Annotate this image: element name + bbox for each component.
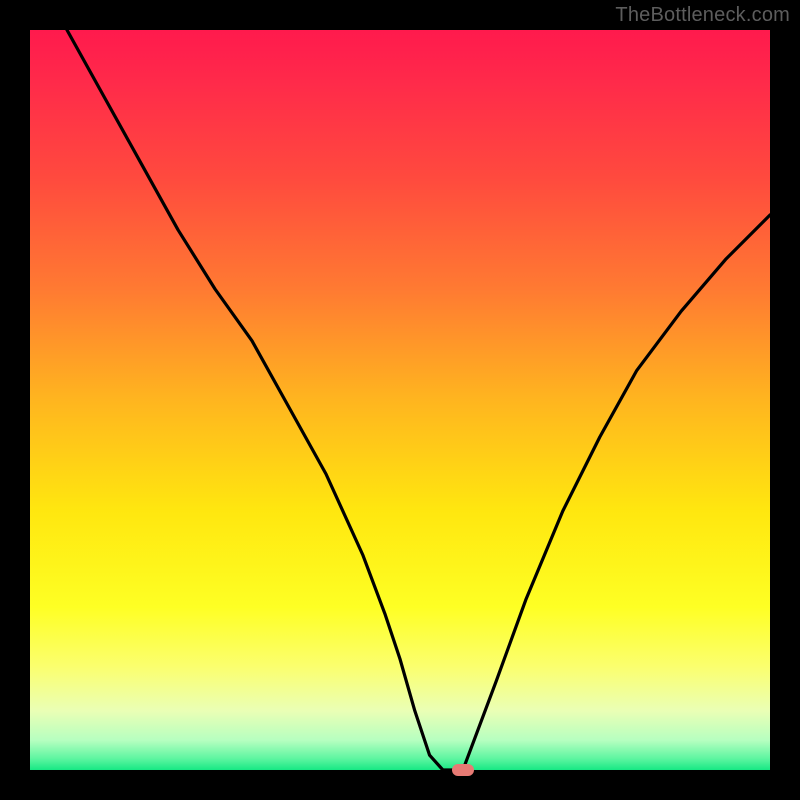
optimum-marker: [452, 764, 474, 776]
bottleneck-chart: [0, 0, 800, 800]
watermark-text: TheBottleneck.com: [615, 4, 790, 27]
